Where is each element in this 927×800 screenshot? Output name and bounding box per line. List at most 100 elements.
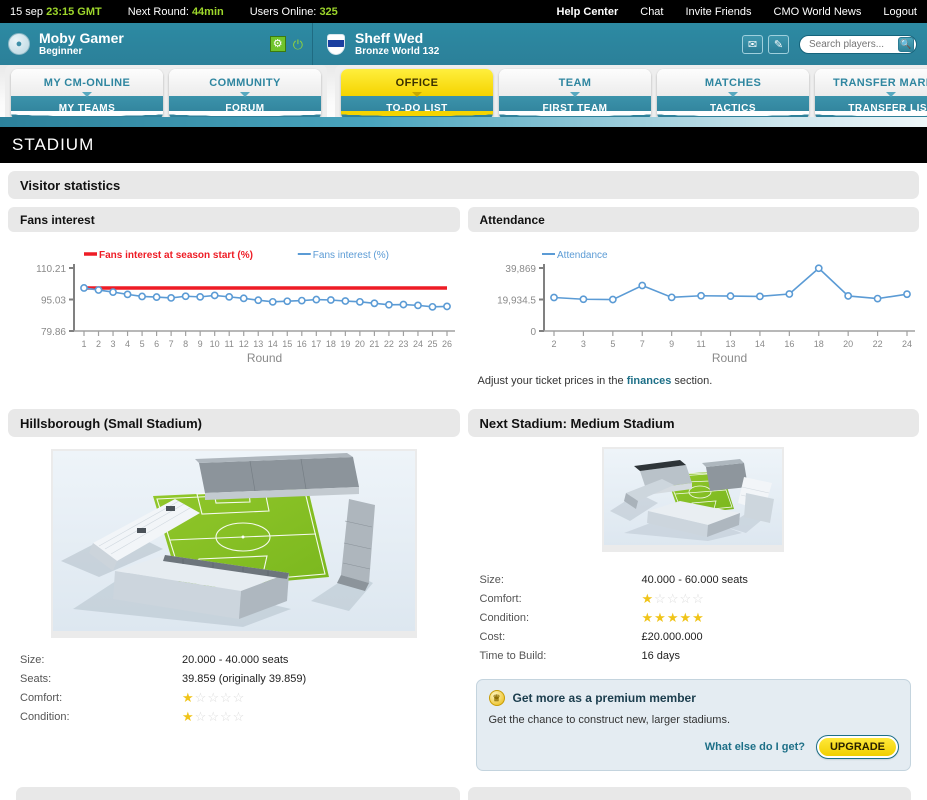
statistics-row: Fans interest 110.2195.0379.861234567891…	[8, 207, 919, 387]
link-logout[interactable]: Logout	[883, 6, 917, 18]
svg-text:26: 26	[442, 339, 452, 349]
next-stadium-panel: Next Stadium: Medium Stadium	[468, 409, 920, 771]
condition-rating-stars: ★★★★★	[642, 611, 705, 624]
svg-text:19,934.5: 19,934.5	[497, 296, 536, 307]
svg-text:6: 6	[154, 339, 159, 349]
search-input[interactable]	[807, 38, 898, 51]
user-controls: ⚙ ⏻	[270, 36, 312, 52]
svg-text:11: 11	[696, 339, 705, 349]
medium-stadium-svg	[604, 449, 782, 545]
nav-tab-transfer-market[interactable]: TRANSFER MARKET TRANSFER LIST	[815, 69, 927, 120]
spec-label: Cost:	[480, 631, 642, 643]
next-stadium-image-wrap	[468, 437, 920, 566]
link-cmo-world-news[interactable]: CMO World News	[774, 6, 862, 18]
chevron-down-icon	[728, 92, 738, 97]
nav-tab-team[interactable]: TEAM FIRST TEAM	[499, 69, 651, 120]
spec-row: Condition: ★★★★★	[480, 608, 920, 627]
spec-row: Comfort: ★☆☆☆☆	[20, 688, 460, 707]
search-icon[interactable]: 🔍	[898, 37, 914, 52]
user-avatar-icon: ●	[8, 33, 30, 55]
power-icon[interactable]: ⏻	[293, 38, 303, 51]
comfort-rating-stars: ★☆☆☆☆	[182, 691, 245, 704]
svg-text:14: 14	[268, 339, 278, 349]
svg-text:24: 24	[901, 339, 911, 349]
link-chat[interactable]: Chat	[640, 6, 663, 18]
user-profile-block[interactable]: ● Moby Gamer Beginner ⚙ ⏻	[0, 30, 312, 58]
svg-text:18: 18	[813, 339, 823, 349]
team-shield-icon	[327, 34, 345, 55]
premium-description: Get the chance to construct new, larger …	[489, 714, 899, 726]
stadium-row: Hillsborough (Small Stadium)	[8, 409, 919, 771]
spec-label: Seats:	[20, 673, 182, 685]
svg-text:13: 13	[725, 339, 735, 349]
nav-tab-community[interactable]: COMMUNITY FORUM	[169, 69, 321, 120]
current-stadium-panel: Hillsborough (Small Stadium)	[8, 409, 460, 771]
svg-text:Round: Round	[247, 351, 282, 365]
what-else-do-i-get-link[interactable]: What else do I get?	[705, 741, 805, 753]
link-invite-friends[interactable]: Invite Friends	[686, 6, 752, 18]
page-content: Visitor statistics Fans interest 110.219…	[0, 163, 927, 800]
nav-tab-my-cm-online[interactable]: MY CM-ONLINE MY TEAMS	[11, 69, 163, 120]
svg-text:2: 2	[96, 339, 101, 349]
svg-text:22: 22	[872, 339, 882, 349]
nav-bottom-rule	[0, 117, 927, 127]
team-world: Bronze World 132	[355, 46, 439, 58]
nav-tab-top-label: TRANSFER MARKET	[833, 77, 927, 89]
condition-rating-stars: ★☆☆☆☆	[182, 710, 245, 723]
chevron-down-icon	[412, 92, 422, 97]
svg-text:25: 25	[427, 339, 437, 349]
gear-icon[interactable]: ⚙	[270, 36, 286, 52]
premium-title-row: ♕ Get more as a premium member	[489, 690, 899, 706]
nav-tab-office[interactable]: OFFICE TO-DO LIST	[341, 69, 493, 120]
svg-text:1: 1	[81, 339, 86, 349]
attendance-note: Adjust your ticket prices in the finance…	[478, 375, 920, 387]
user-rank: Beginner	[39, 46, 124, 58]
current-stadium-specs: Size: 20.000 - 40.000 seats Seats: 39.85…	[20, 650, 460, 726]
svg-text:Fans interest (%): Fans interest (%)	[313, 250, 389, 261]
svg-text:7: 7	[169, 339, 174, 349]
upgrade-button[interactable]: UPGRADE	[817, 736, 898, 758]
header-tools: ✉ ✎ 🔍	[742, 35, 927, 54]
spec-value: £20.000.000	[642, 631, 703, 643]
svg-text:16: 16	[297, 339, 307, 349]
spec-row: Size: 40.000 - 60.000 seats	[480, 570, 920, 589]
nav-tab-top-label: OFFICE	[396, 77, 439, 89]
spec-value: 39.859 (originally 39.859)	[182, 673, 306, 685]
svg-text:79.86: 79.86	[41, 327, 66, 338]
search-players-box[interactable]: 🔍	[799, 35, 917, 54]
nav-tab-bottom-label: TO-DO LIST	[386, 103, 447, 114]
svg-text:Attendance: Attendance	[557, 250, 608, 261]
spec-row: Cost: £20.000.000	[480, 627, 920, 646]
chevron-down-icon	[82, 92, 92, 97]
svg-text:3: 3	[111, 339, 116, 349]
svg-text:7: 7	[639, 339, 644, 349]
mail-icon[interactable]: ✉	[742, 35, 763, 54]
spec-label: Size:	[480, 574, 642, 586]
svg-text:11: 11	[225, 339, 234, 349]
medium-stadium-render	[602, 447, 784, 552]
spec-label: Condition:	[480, 612, 642, 624]
nav-tab-bottom-label: MY TEAMS	[59, 103, 116, 114]
svg-text:9: 9	[198, 339, 203, 349]
svg-text:20: 20	[843, 339, 853, 349]
nav-tab-top-label: TEAM	[559, 77, 592, 89]
finances-link[interactable]: finances	[627, 375, 672, 387]
spec-label: Comfort:	[480, 593, 642, 605]
svg-text:5: 5	[610, 339, 615, 349]
svg-text:23: 23	[398, 339, 408, 349]
current-stadium-image-wrap	[8, 437, 460, 646]
svg-text:Fans interest at season start: Fans interest at season start (%)	[99, 250, 253, 261]
svg-text:14: 14	[754, 339, 764, 349]
fans-interest-svg: 110.2195.0379.86123456789101112131415161…	[12, 240, 467, 365]
next-round: Next Round: 44min	[128, 6, 224, 18]
bottom-panel-left	[16, 787, 460, 800]
chevron-down-icon	[886, 92, 896, 97]
compose-message-icon[interactable]: ✎	[768, 35, 789, 54]
small-stadium-render	[51, 449, 417, 638]
link-help-center[interactable]: Help Center	[557, 6, 619, 18]
svg-text:17: 17	[311, 339, 321, 349]
attendance-svg: 39,86919,934.50235791113141618202224Roun…	[472, 240, 927, 365]
team-block[interactable]: Sheff Wed Bronze World 132	[313, 30, 439, 58]
spec-row: Size: 20.000 - 40.000 seats	[20, 650, 460, 669]
nav-tab-matches[interactable]: MATCHES TACTICS	[657, 69, 809, 120]
